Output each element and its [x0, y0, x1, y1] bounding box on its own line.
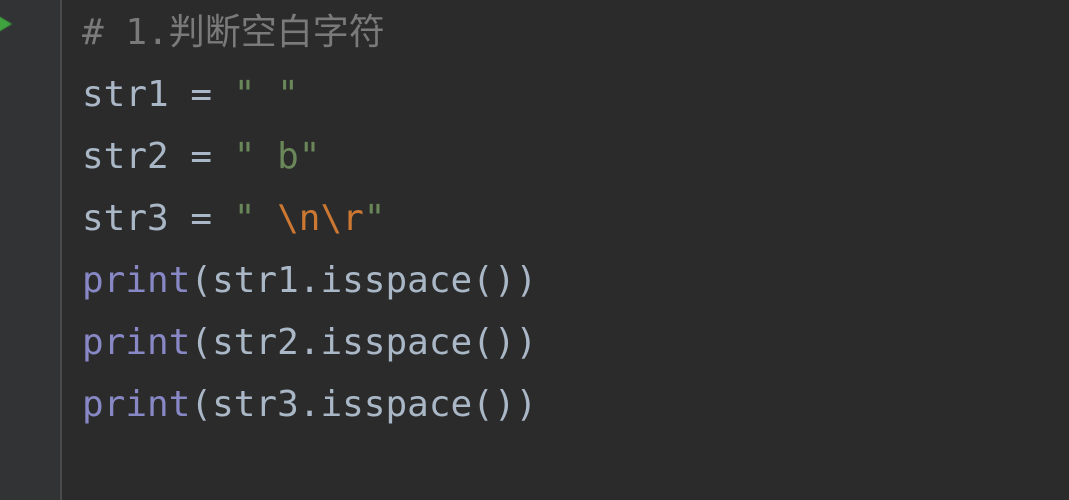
- token-op: =: [190, 74, 233, 115]
- code-editor[interactable]: # 1.判断空白字符str1 = " "str2 = " b"str3 = " …: [0, 0, 1069, 500]
- token-string: ": [234, 198, 277, 239]
- token-ident: str3: [212, 384, 299, 425]
- token-paren: (: [190, 384, 212, 425]
- code-line[interactable]: str2 = " b": [82, 126, 537, 188]
- token-ident: str1: [82, 74, 190, 115]
- token-paren: (: [190, 260, 212, 301]
- code-line[interactable]: print(str1.isspace()): [82, 250, 537, 312]
- token-ident: str1: [212, 260, 299, 301]
- token-comment: # 1.判断空白字符: [82, 12, 385, 53]
- token-ident: str2: [212, 322, 299, 363]
- code-area[interactable]: # 1.判断空白字符str1 = " "str2 = " b"str3 = " …: [82, 2, 537, 436]
- token-string: ": [364, 198, 386, 239]
- code-line[interactable]: # 1.判断空白字符: [82, 2, 537, 64]
- code-line[interactable]: print(str2.isspace()): [82, 312, 537, 374]
- token-ident: str3: [82, 198, 190, 239]
- token-ident: isspace: [320, 384, 472, 425]
- editor-gutter: [0, 0, 62, 500]
- run-arrow-icon[interactable]: [0, 6, 12, 42]
- token-op: .: [299, 322, 321, 363]
- token-ident: isspace: [320, 260, 472, 301]
- token-paren: ()): [472, 260, 537, 301]
- token-paren: (: [190, 322, 212, 363]
- token-string: " b": [234, 136, 321, 177]
- token-ident: isspace: [320, 322, 472, 363]
- code-line[interactable]: str1 = " ": [82, 64, 537, 126]
- token-op: .: [299, 260, 321, 301]
- token-op: =: [190, 198, 233, 239]
- token-builtin: print: [82, 260, 190, 301]
- code-line[interactable]: str3 = " \n\r": [82, 188, 537, 250]
- token-paren: ()): [472, 322, 537, 363]
- code-line[interactable]: print(str3.isspace()): [82, 374, 537, 436]
- token-op: =: [190, 136, 233, 177]
- token-op: .: [299, 384, 321, 425]
- token-paren: ()): [472, 384, 537, 425]
- token-builtin: print: [82, 384, 190, 425]
- token-string: " ": [234, 74, 299, 115]
- token-builtin: print: [82, 322, 190, 363]
- token-ident: str2: [82, 136, 190, 177]
- token-escape: \n\r: [277, 198, 364, 239]
